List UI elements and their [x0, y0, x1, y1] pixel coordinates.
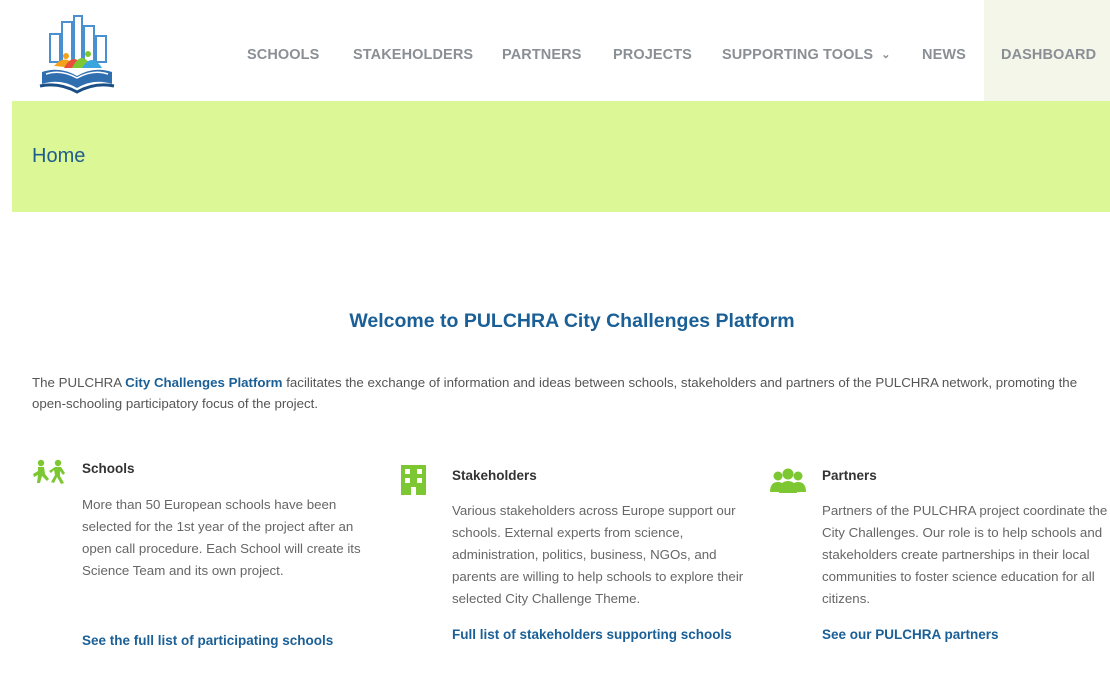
partners-title: Partners: [822, 468, 877, 483]
stakeholders-description: Various stakeholders across Europe suppo…: [452, 503, 744, 606]
page-title: Home: [32, 145, 86, 167]
partners-link[interactable]: See our PULCHRA partners: [822, 627, 999, 642]
schools-description: More than 50 European schools have been …: [82, 497, 361, 578]
users-icon: [770, 468, 806, 499]
welcome-heading: Welcome to PULCHRA City Challenges Platf…: [349, 310, 795, 332]
nav-news[interactable]: NEWS: [922, 0, 966, 101]
stakeholders-list-link[interactable]: Full list of stakeholders supporting sch…: [452, 627, 732, 642]
nav-projects[interactable]: PROJECTS: [613, 0, 692, 101]
main-navigation: SCHOOLS STAKEHOLDERS PARTNERS PROJECTS S…: [0, 0, 1110, 101]
nav-dashboard[interactable]: DASHBOARD: [984, 0, 1110, 101]
intro-paragraph: The PULCHRA City Challenges Platform fac…: [32, 372, 1102, 414]
chevron-down-icon: ⌄: [881, 49, 891, 61]
schools-title: Schools: [82, 461, 135, 476]
schools-icon: [32, 459, 68, 490]
partners-description: Partners of the PULCHRA project coordina…: [822, 503, 1108, 606]
page-title-banner: Home: [12, 101, 1110, 212]
building-icon: [401, 465, 426, 500]
nav-stakeholders[interactable]: STAKEHOLDERS: [353, 0, 473, 101]
nav-partners[interactable]: PARTNERS: [502, 0, 581, 101]
nav-dashboard-label: DASHBOARD: [1001, 47, 1097, 63]
intro-prefix: The PULCHRA: [32, 375, 126, 390]
site-header: SCHOOLS STAKEHOLDERS PARTNERS PROJECTS S…: [0, 0, 1110, 101]
nav-supporting-tools[interactable]: SUPPORTING TOOLS ⌄: [722, 0, 891, 101]
nav-schools[interactable]: SCHOOLS: [247, 0, 319, 101]
city-challenges-platform-link[interactable]: City Challenges Platform: [125, 375, 282, 390]
schools-list-link[interactable]: See the full list of participating schoo…: [82, 633, 333, 648]
nav-supporting-tools-label: SUPPORTING TOOLS: [722, 47, 874, 63]
stakeholders-title: Stakeholders: [452, 468, 537, 483]
